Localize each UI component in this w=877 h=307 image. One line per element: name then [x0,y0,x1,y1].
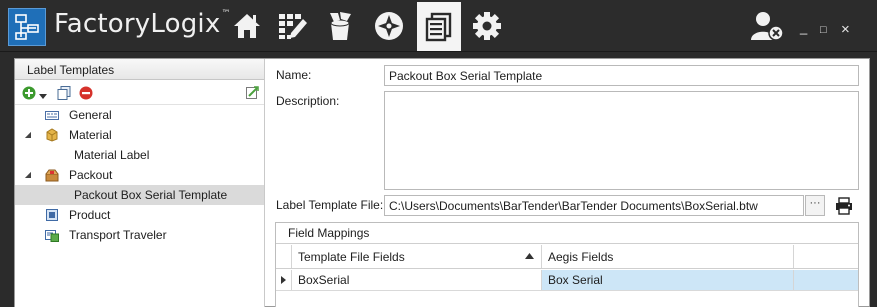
tree-item-label: General [69,108,112,122]
copy-button[interactable] [57,86,71,103]
browse-button[interactable]: ··· [805,195,825,216]
user-logoff-button[interactable] [751,10,785,42]
main-content: Label Templates General ◢ Material Mater… [14,58,870,307]
template-file-input[interactable]: C:\Users\Documents\BarTender\BarTender D… [384,195,804,216]
filler-cell [794,270,858,290]
add-dropdown-button[interactable] [39,89,47,103]
column-header-filler [794,245,858,268]
tree-item-material[interactable]: ◢ Material [15,125,264,145]
recycle-bin-icon [330,12,351,40]
description-label: Description: [276,94,340,108]
current-row-icon [281,276,286,284]
tree-item-transport-traveler[interactable]: Transport Traveler [15,225,264,245]
label-templates-panel: Label Templates General ◢ Material Mater… [15,59,265,307]
home-nav-button[interactable] [225,3,269,49]
tree-item-packout[interactable]: ◢ Packout [15,165,264,185]
gear-icon [473,12,501,40]
close-button[interactable]: × [841,21,850,38]
tree-item-label: Packout Box Serial Template [74,188,228,202]
column-header-template-file-fields[interactable]: Template File Fields [292,245,542,268]
tree-item-product[interactable]: Product [15,205,264,225]
documents-icon [425,12,452,41]
field-mappings-title: Field Mappings [276,223,858,244]
template-field-cell[interactable]: BoxSerial [292,270,542,290]
transport-icon [45,228,59,242]
export-button[interactable] [245,86,259,103]
edit-grid-nav-button[interactable] [271,3,315,49]
tree-item-label: Transport Traveler [69,228,167,242]
user-logoff-icon [751,12,784,41]
delete-button[interactable] [79,86,93,103]
add-button[interactable] [22,86,36,103]
tree-item-packout-box-serial-template[interactable]: Packout Box Serial Template [15,185,264,205]
field-mappings-panel: Field Mappings Template File Fields Aegi… [275,222,859,307]
collapse-arrow-icon[interactable]: ◢ [23,130,33,139]
column-header-label: Aegis Fields [548,250,614,264]
app-header: FactoryLogix™ _ □ × [0,0,877,52]
printer-icon [836,197,852,215]
aegis-field-cell[interactable]: Box Serial [542,270,794,290]
print-button[interactable] [835,197,855,217]
row-indicator [276,270,292,290]
copy-icon [57,86,71,100]
navigate-nav-button[interactable] [367,3,411,49]
delete-icon [79,86,93,100]
recycle-nav-button[interactable] [318,3,362,49]
collapse-arrow-icon[interactable]: ◢ [23,170,33,179]
brand-name: FactoryLogix™ [54,9,231,39]
panel-title: Label Templates [15,59,264,80]
name-input[interactable]: Packout Box Serial Template [384,65,859,86]
column-header-label: Template File Fields [298,250,405,264]
row-indicator-header [276,245,292,268]
product-icon [45,208,59,222]
table-row[interactable]: BoxSerial Box Serial [276,270,858,291]
description-input[interactable] [384,91,859,190]
minimize-button[interactable]: _ [800,20,807,35]
tree-item-label: Packout [69,168,113,182]
name-label: Name: [276,68,312,82]
tree-item-label: Product [69,208,111,222]
compass-icon [375,12,403,40]
tree-item-material-label[interactable]: Material Label [15,145,264,165]
add-icon [22,86,36,100]
dropdown-icon [39,94,47,99]
brand-suffix: Logix [150,9,221,39]
maximize-button[interactable]: □ [820,24,827,36]
label-template-file-label: Label Template File: [276,198,384,212]
edit-grid-icon [279,14,307,39]
material-icon [45,128,59,142]
sort-ascending-icon [525,253,534,259]
export-icon [246,86,259,99]
label-icon [45,108,59,122]
grid-header: Template File Fields Aegis Fields [276,245,858,269]
column-header-aegis-fields[interactable]: Aegis Fields [542,245,794,268]
tree-item-general[interactable]: General [15,105,264,125]
panel-toolbar [15,81,264,105]
settings-nav-button[interactable] [465,3,509,49]
factorylogix-logo-icon [8,8,46,46]
tree-item-label: Material [69,128,112,142]
home-icon [234,14,260,38]
packout-icon [45,168,59,182]
documents-nav-button[interactable] [417,2,461,51]
tree-item-label: Material Label [74,148,150,162]
brand-prefix: Factory [54,9,151,39]
